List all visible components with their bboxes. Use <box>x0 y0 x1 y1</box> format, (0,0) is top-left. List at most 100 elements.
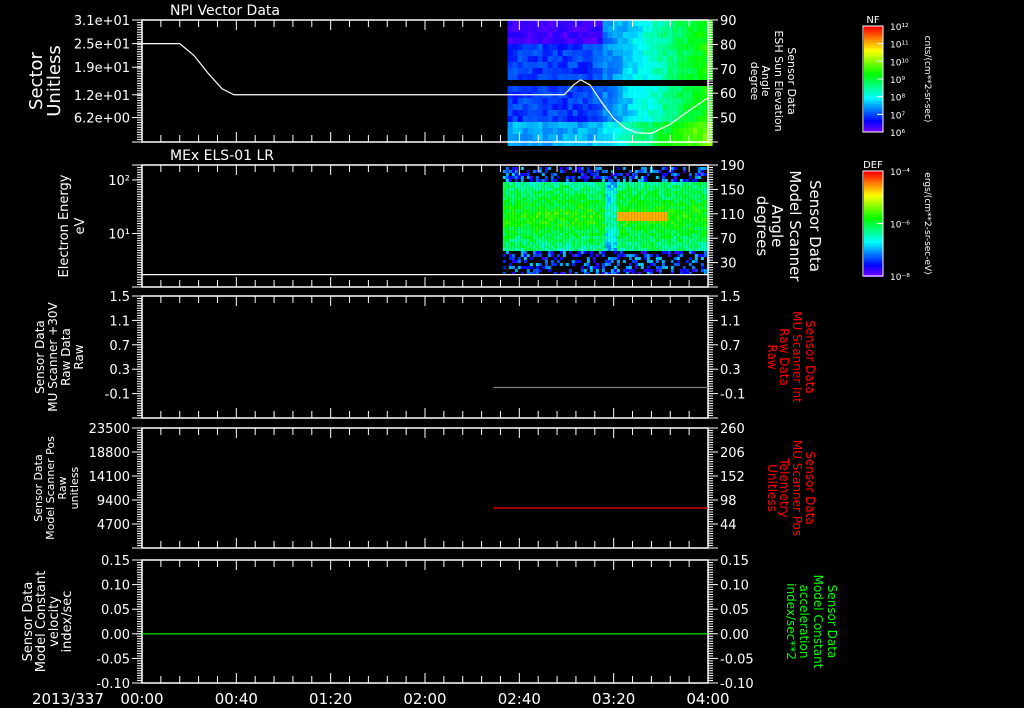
spectrogram-cell <box>667 74 673 80</box>
spectrogram-cell <box>667 56 673 62</box>
spectrogram-cell <box>559 239 563 242</box>
spectrogram-cell <box>571 245 575 248</box>
spectrogram-cell <box>565 227 569 230</box>
right-axis-label: Model Constant <box>811 575 825 669</box>
spectrogram-cell <box>505 185 509 188</box>
spectrogram-cell <box>625 200 629 203</box>
spectrogram-cell <box>627 116 633 122</box>
spectrogram-cell <box>583 245 587 248</box>
spectrogram-cell <box>682 98 688 104</box>
spectrogram-cell <box>598 182 602 185</box>
spectrogram-cell <box>687 140 693 146</box>
spectrogram-cell <box>512 86 518 92</box>
spectrogram-cell <box>700 203 704 206</box>
spectrogram-cell <box>597 86 603 92</box>
spectrogram-cell <box>604 206 608 209</box>
spectrogram-cell <box>562 194 566 197</box>
spectrogram-cell <box>523 242 527 245</box>
spectrogram-cell <box>607 98 613 104</box>
spectrogram-cell <box>616 230 620 233</box>
spectrogram-cell <box>544 179 548 182</box>
spectrogram-cell <box>649 224 653 227</box>
spectrogram-cell <box>562 218 566 221</box>
spectrogram-cell <box>582 56 588 62</box>
spectrogram-cell <box>601 188 605 191</box>
colorbar-segment <box>864 243 883 245</box>
spectrogram-cell <box>580 236 584 239</box>
spectrogram-cell <box>559 206 563 209</box>
spectrogram-cell <box>556 215 560 218</box>
spectrogram-cell <box>613 245 617 248</box>
spectrogram-cell <box>616 224 620 227</box>
spectrogram-cell <box>649 263 653 266</box>
spectrogram-cell <box>655 227 659 230</box>
spectrogram-cell <box>652 221 656 224</box>
spectrogram-cell <box>602 128 608 134</box>
spectrogram-cell <box>643 221 647 224</box>
spectrogram-cell <box>502 188 506 191</box>
spectrogram-cell <box>646 212 650 215</box>
spectrogram-cell <box>580 206 584 209</box>
spectrogram-cell <box>667 86 673 92</box>
spectrogram-cell <box>688 191 692 194</box>
spectrogram-cell <box>592 38 598 44</box>
spectrogram-cell <box>661 233 665 236</box>
spectrogram-cell <box>649 185 653 188</box>
spectrogram-cell <box>505 176 509 179</box>
colorbar-segment <box>864 128 883 130</box>
spectrogram-cell <box>682 128 688 134</box>
spectrogram-cell <box>532 62 538 68</box>
right-tick-label: -0.1 <box>720 388 745 403</box>
spectrogram-cell <box>634 209 638 212</box>
spectrogram-cell <box>700 167 704 170</box>
spectrogram-cell <box>631 233 635 236</box>
spectrogram-cell <box>682 266 686 269</box>
spectrogram-cell <box>694 197 698 200</box>
spectrogram-cell <box>661 182 665 185</box>
spectrogram-cell <box>619 233 623 236</box>
spectrogram-cell <box>520 230 524 233</box>
spectrogram-cell <box>647 86 653 92</box>
spectrogram-cell <box>508 233 512 236</box>
spectrogram-cell <box>520 173 524 176</box>
spectrogram-cell <box>688 239 692 242</box>
spectrogram-cell <box>541 209 545 212</box>
spectrogram-cell <box>511 239 515 242</box>
spectrogram-cell <box>607 233 611 236</box>
spectrogram-cell <box>520 203 524 206</box>
spectrogram-cell <box>517 206 521 209</box>
spectrogram-cell <box>657 110 663 116</box>
spectrogram-cell <box>616 242 620 245</box>
spectrogram-cell <box>657 38 663 44</box>
spectrogram-cell <box>652 224 656 227</box>
colorbar-segment <box>864 74 883 76</box>
spectrogram-cell <box>637 110 643 116</box>
spectrogram-cell <box>637 194 641 197</box>
spectrogram-cell <box>505 218 509 221</box>
spectrogram-cell <box>556 245 560 248</box>
spectrogram-cell <box>562 251 566 254</box>
spectrogram-cell <box>541 242 545 245</box>
spectrogram-cell <box>604 182 608 185</box>
spectrogram-cell <box>627 86 633 92</box>
spectrogram-cell <box>597 62 603 68</box>
colorbar-segment <box>864 112 883 114</box>
spectrogram-cell <box>577 248 581 251</box>
spectrogram-cell <box>527 68 533 74</box>
spectrogram-cell <box>702 38 708 44</box>
colorbar-tick-label: 10⁸ <box>890 94 905 104</box>
spectrogram-cell <box>538 233 542 236</box>
spectrogram-cell <box>572 62 578 68</box>
spectrogram-cell <box>541 248 545 251</box>
colorbar-segment <box>864 235 883 237</box>
spectrogram-cell <box>687 134 693 140</box>
spectrogram-cell <box>541 182 545 185</box>
spectrogram-cell <box>658 203 662 206</box>
spectrogram-cell <box>565 194 569 197</box>
spectrogram-cell <box>658 182 662 185</box>
spectrogram-cell <box>542 86 548 92</box>
spectrogram-cell <box>622 245 626 248</box>
spectrogram-cell <box>542 74 548 80</box>
spectrogram-cell <box>508 248 512 251</box>
spectrogram-cell <box>517 185 521 188</box>
